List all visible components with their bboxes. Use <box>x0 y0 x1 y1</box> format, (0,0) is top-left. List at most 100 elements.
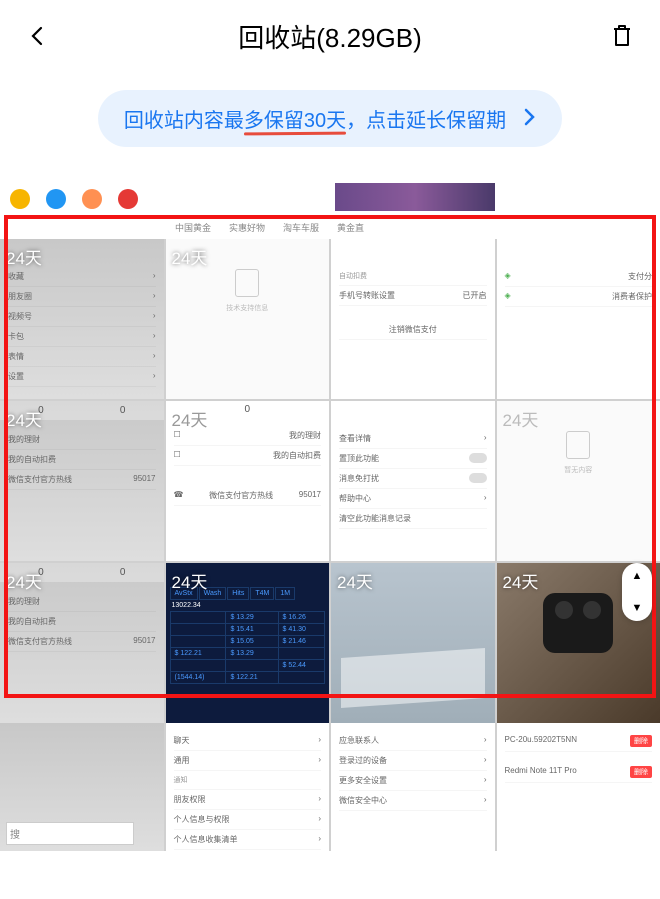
days-remaining-badge: 24天 <box>503 406 539 431</box>
tile-line: ◈ 消费者保护 <box>505 287 653 307</box>
thumbnail-tile[interactable]: 24天 暂无内容 <box>497 401 660 561</box>
tile-line: 手机号转账设置已开启 <box>339 286 487 306</box>
tile-line: 设置› <box>8 367 156 387</box>
tile-line: 帮助中心› <box>339 489 487 509</box>
thumbnail-tile[interactable]: 查看详情› 置顶此功能 消息免打扰 帮助中心› 清空此功能消息记录 <box>331 401 495 561</box>
mini-tab: 中国黄金 <box>175 221 211 234</box>
chevron-right-icon <box>524 106 536 132</box>
tile-line: ☐ 我的自动扣费 <box>174 446 322 466</box>
tile-line: 收藏› <box>8 267 156 287</box>
table-cell: $ 13.29 <box>226 612 278 624</box>
thumbnail-tile[interactable]: PC-20u.59202T5NN删除 Redmi Note 11T Pro删除 <box>497 723 660 851</box>
tile-line: 我的自动扣费 <box>8 450 156 470</box>
days-remaining-badge: 24天 <box>337 568 373 593</box>
thumbnail-tile[interactable]: 24天 技术支持信息 <box>166 239 330 399</box>
app-icon-orange <box>82 189 102 209</box>
scroll-up-icon: ▲ <box>632 570 643 582</box>
table-cell: $ 21.46 <box>278 636 325 648</box>
tab-strip: 中国黄金 实惠好物 淘车车服 黄金直 <box>165 215 660 239</box>
tile-line: 通用› <box>174 751 322 771</box>
thumbnail-tile[interactable]: 24天 <box>331 563 495 723</box>
thumbnail-tile[interactable]: 24天 0 0 我的理财 我的自动扣费 微信支付官方热线95017 <box>0 401 164 561</box>
placeholder-icon <box>235 269 259 297</box>
tile-line: 朋友权限› <box>174 790 322 810</box>
tile-heading: 自动扣费 <box>339 267 487 286</box>
table-cell: $ 41.30 <box>278 624 325 636</box>
tile-line: PC-20u.59202T5NN删除 <box>505 731 653 752</box>
app-icon-blue <box>46 189 66 209</box>
thumbnail-tile[interactable]: 聊天› 通用› 通知 朋友权限› 个人信息与权限› 个人信息收集清单› <box>166 723 330 851</box>
tile-line: 查看详情› <box>339 429 487 449</box>
stat-value: 0 <box>120 567 126 578</box>
tile-line: 我的理财 <box>8 592 156 612</box>
delete-tag: 删除 <box>630 735 652 747</box>
tile-line: 表情› <box>8 347 156 367</box>
tile-line: 我的理财 <box>8 430 156 450</box>
tile-line: 视频号› <box>8 307 156 327</box>
thumbnail-grid-row4: 搜 聊天› 通用› 通知 朋友权限› 个人信息与权限› 个人信息收集清单› 应急… <box>0 723 660 851</box>
tile-line: ☎ 微信支付官方热线95017 <box>174 486 322 506</box>
header-bar: 回收站(8.29GB) <box>0 0 660 72</box>
tile-line: 更多安全设置› <box>339 771 487 791</box>
stat-value: 0 <box>120 405 126 416</box>
tile-line: 微信支付官方热线95017 <box>8 470 156 490</box>
thumbnail-tile[interactable]: 24天 0 0 我的理财 我的自动扣费 微信支付官方热线95017 <box>0 563 164 723</box>
mini-tab: 黄金直 <box>337 221 364 234</box>
thumbnail-tile[interactable]: 应急联系人› 登录过的设备› 更多安全设置› 微信安全中心› <box>331 723 495 851</box>
table-cell: $ 16.26 <box>278 612 325 624</box>
tile-line: 个人信息收集清单› <box>174 830 322 850</box>
thumbnail-tile[interactable]: 24天 AvStx Wash Hits T4M 1M 13022.34 $ 13… <box>166 563 330 723</box>
earbuds-photo <box>543 593 613 653</box>
thumbnail-tile[interactable]: ◈ 支付分 ◈ 消费者保护 <box>497 239 660 399</box>
tile-line: 聊天› <box>174 731 322 751</box>
table-cell: $ 15.05 <box>226 636 278 648</box>
table-value: 13022.34 <box>170 600 326 611</box>
placeholder-icon <box>566 431 590 459</box>
tile-line: 消息免打扰 <box>339 469 487 489</box>
table-cell: (1544.14) <box>170 672 226 684</box>
scroll-down-icon: ▼ <box>632 602 643 614</box>
days-remaining-badge: 24天 <box>503 568 539 593</box>
table-cell: $ 122.21 <box>170 648 226 660</box>
extend-retention-banner[interactable]: 回收站内容最多保留30天，点击延长保留期 <box>98 90 562 147</box>
tile-caption: 暂无内容 <box>497 465 660 475</box>
thumbnail-tile[interactable]: 24天 收藏› 朋友圈› 视频号› 卡包› 表情› 设置› <box>0 239 164 399</box>
table-cell: $ 122.21 <box>226 672 278 684</box>
back-icon[interactable] <box>24 22 52 50</box>
purple-image-strip <box>335 183 495 211</box>
thumbnail-tile[interactable]: 24天 0 ☐ 我的理财 ☐ 我的自动扣费 ☎ 微信支付官方热线95017 <box>166 401 330 561</box>
days-remaining-badge: 24天 <box>6 406 42 431</box>
banner-wrap: 回收站内容最多保留30天，点击延长保留期 <box>0 72 660 183</box>
tile-line: 应急联系人› <box>339 731 487 751</box>
days-remaining-badge: 24天 <box>172 244 208 269</box>
red-underline-annotation <box>244 132 346 136</box>
tile-line: 我的自动扣费 <box>8 612 156 632</box>
tile-line: ◈ 支付分 <box>505 267 653 287</box>
thumbnail-grid-container: 中国黄金 实惠好物 淘车车服 黄金直 ▲ ▼ 24天 收藏› 朋友圈› 视频号›… <box>0 183 660 851</box>
toggle-icon <box>469 473 487 483</box>
scroll-handle[interactable]: ▲ ▼ <box>622 563 652 621</box>
tile-line: 卡包› <box>8 327 156 347</box>
banner-text: 回收站内容最多保留30天，点击延长保留期 <box>124 104 506 133</box>
search-box-thumb: 搜 <box>6 822 134 845</box>
tile-caption: 技术支持信息 <box>166 303 330 313</box>
tile-line: 清空此功能消息记录 <box>339 509 487 529</box>
thumbnail-grid: 24天 收藏› 朋友圈› 视频号› 卡包› 表情› 设置› 24天 技术支持信息… <box>0 239 660 723</box>
table-header: T4M <box>250 587 274 600</box>
days-remaining-badge: 24天 <box>172 406 208 431</box>
toggle-icon <box>469 453 487 463</box>
mini-tab: 淘车车服 <box>283 221 319 234</box>
days-remaining-badge: 24天 <box>6 244 42 269</box>
trash-icon[interactable] <box>608 22 636 50</box>
mini-tab: 实惠好物 <box>229 221 265 234</box>
tile-line: 注销微信支付 <box>339 320 487 340</box>
thumbnail-tile[interactable]: 搜 <box>0 723 164 851</box>
app-icon-red <box>118 189 138 209</box>
days-remaining-badge: 24天 <box>172 568 208 593</box>
tile-line: 个人信息与权限› <box>174 810 322 830</box>
app-icon-yellow <box>10 189 30 209</box>
tile-line: 微信支付官方热线95017 <box>8 632 156 652</box>
table-cell: $ 15.41 <box>226 624 278 636</box>
thumbnail-tile[interactable]: 自动扣费 手机号转账设置已开启 注销微信支付 <box>331 239 495 399</box>
table-header: Hits <box>227 587 249 600</box>
